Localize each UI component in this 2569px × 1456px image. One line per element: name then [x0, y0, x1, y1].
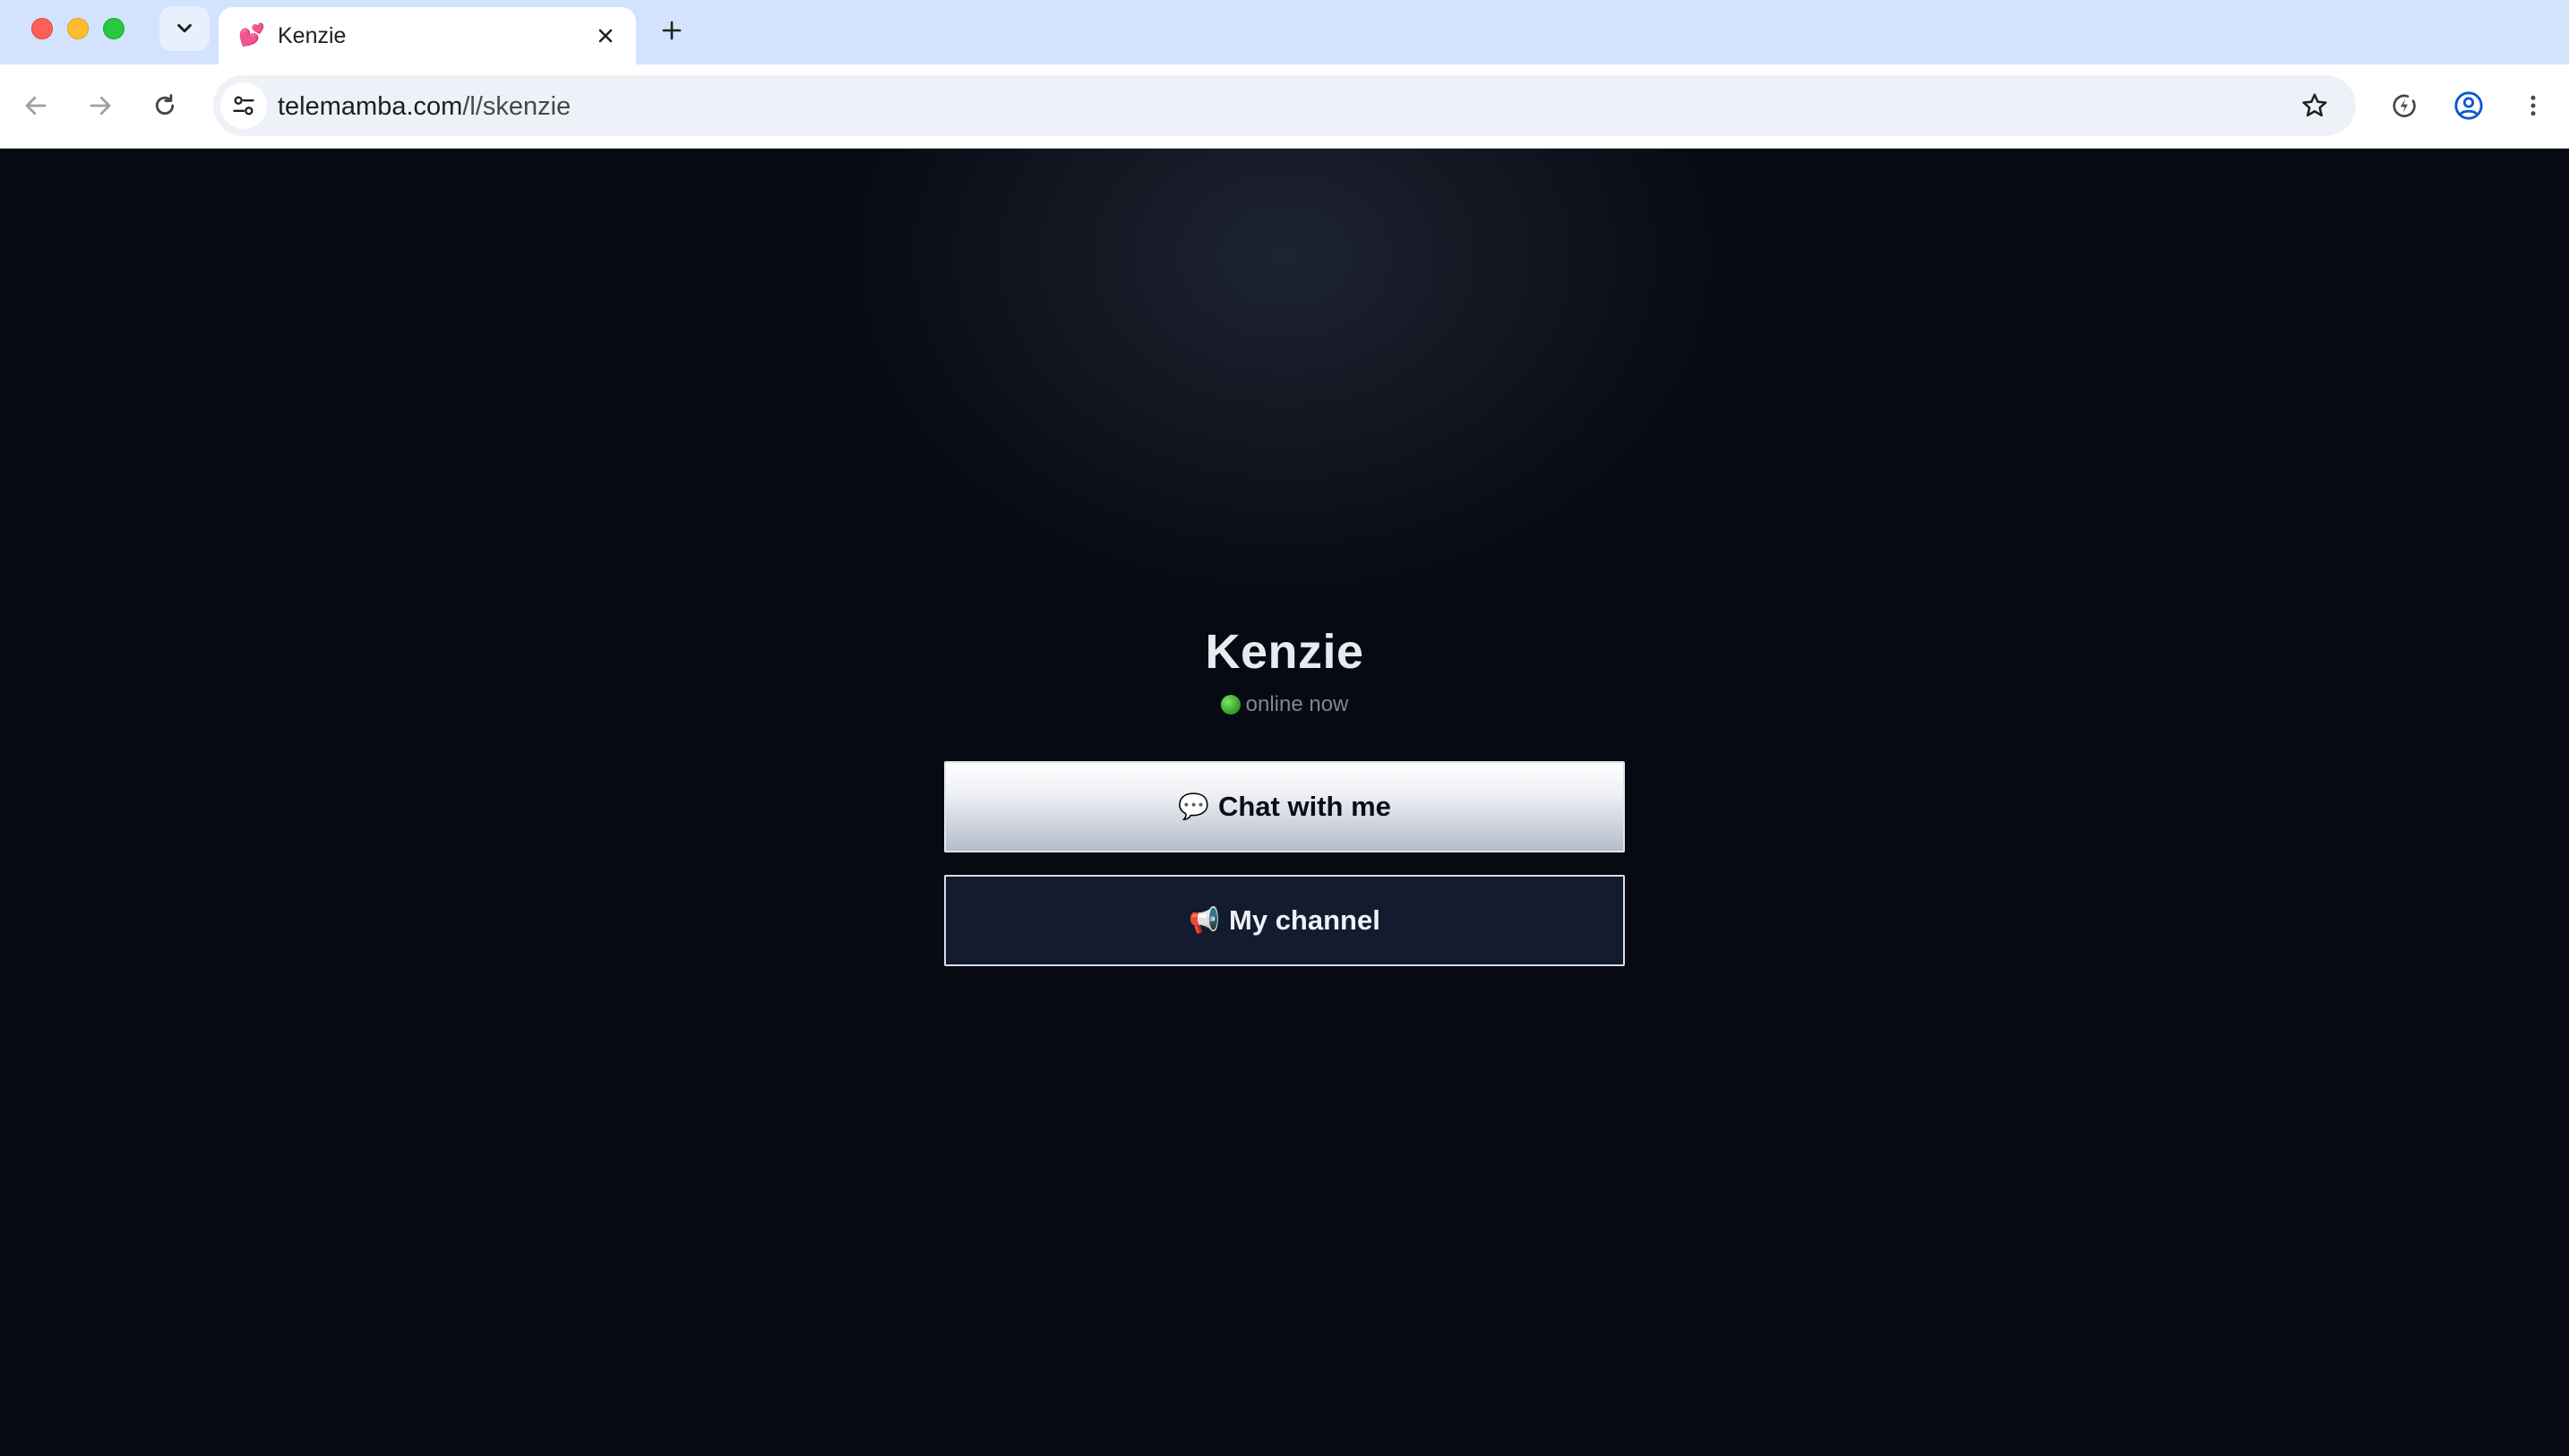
arrow-right-icon [90, 96, 111, 116]
megaphone-icon: 📢 [1189, 906, 1221, 934]
tab-strip: 💕 Kenzie [0, 0, 2569, 64]
browser-toolbar: telemamba.com/l/skenzie [0, 64, 2569, 149]
bookmark-button[interactable] [2297, 88, 2333, 124]
chat-with-me-button[interactable]: 💬 Chat with me [944, 761, 1625, 852]
close-icon [598, 29, 613, 43]
tab-favicon-icon: 💕 [238, 23, 265, 47]
window-close-button[interactable] [31, 18, 53, 39]
online-status-text: online now [1245, 692, 1349, 716]
tab-search-button[interactable] [159, 6, 210, 51]
plus-icon [662, 21, 682, 40]
account-circle-icon [2454, 91, 2483, 120]
profile-button[interactable] [2449, 86, 2488, 125]
back-button[interactable] [16, 86, 56, 125]
chat-button-label: Chat with me [1217, 791, 1391, 822]
reload-button[interactable] [145, 86, 185, 125]
forward-button[interactable] [81, 86, 120, 125]
page-content: Kenzie online now 💬 Chat with me 📢 My ch… [0, 149, 2569, 1456]
chevron-down-icon [177, 23, 192, 33]
tune-icon [233, 96, 254, 116]
site-info-button[interactable] [220, 82, 267, 129]
tab-title: Kenzie [278, 23, 347, 48]
window-maximize-button[interactable] [103, 18, 125, 39]
reload-icon [155, 94, 175, 116]
star-icon [2302, 93, 2327, 117]
performance-icon [2393, 94, 2416, 117]
my-channel-button[interactable]: 📢 My channel [944, 875, 1625, 966]
performance-button[interactable] [2384, 86, 2424, 125]
url-host: telemamba.com [278, 92, 463, 121]
tab-close-button[interactable] [591, 21, 620, 50]
address-bar[interactable]: telemamba.com/l/skenzie [213, 75, 2356, 136]
arrow-left-icon [25, 96, 47, 116]
channel-button-label: My channel [1229, 904, 1380, 936]
online-status: online now [0, 691, 2569, 718]
window-minimize-button[interactable] [67, 18, 89, 39]
browser-tab[interactable]: 💕 Kenzie [219, 7, 636, 64]
url-path: /l/skenzie [462, 92, 571, 121]
profile-name: Kenzie [1205, 625, 1364, 679]
browser-menu-button[interactable] [2513, 86, 2553, 125]
url-text[interactable]: telemamba.com/l/skenzie [278, 92, 571, 121]
more-vertical-icon [2530, 95, 2536, 116]
speech-bubble-icon: 💬 [1178, 792, 1209, 820]
online-dot-icon [1220, 695, 1241, 715]
new-tab-button[interactable] [654, 13, 690, 48]
